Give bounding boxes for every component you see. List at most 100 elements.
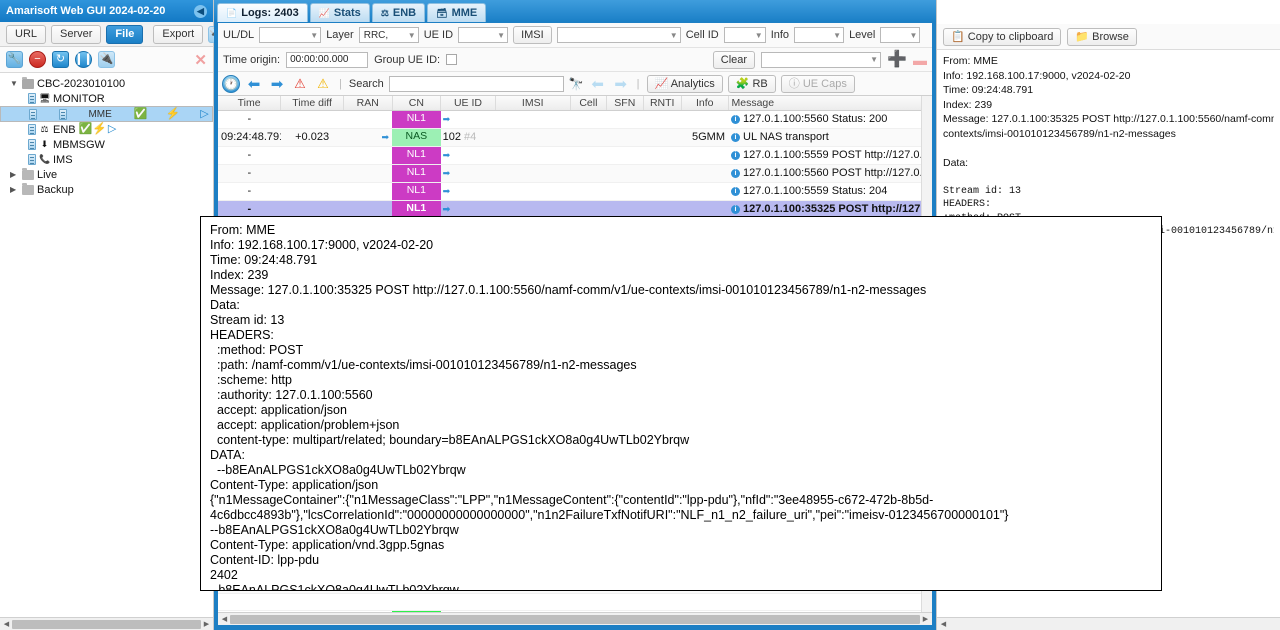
minus-icon[interactable]: ▬ bbox=[913, 53, 927, 67]
rb-button[interactable]: 🧩 RB bbox=[727, 74, 776, 93]
tree-item-mbmsgw[interactable]: ⬇ MBMSGW bbox=[0, 137, 213, 152]
scroll-right-arrow-icon[interactable]: ▶ bbox=[920, 615, 931, 623]
collapse-arrow-icon[interactable]: ▶ bbox=[10, 185, 19, 194]
layer-select[interactable]: RRC, ▼ bbox=[358, 27, 419, 43]
clock-icon[interactable]: 🕐 bbox=[222, 74, 240, 93]
col-cn[interactable]: CN bbox=[392, 96, 442, 111]
cell-message: i127.0.1.100:5560 POST http://127.0.1.10… bbox=[728, 164, 932, 183]
analytics-button[interactable]: 📈 Analytics bbox=[646, 74, 723, 93]
plug-icon-secondary[interactable]: 🔌 bbox=[98, 51, 115, 68]
tree-item-backup[interactable]: ▶ Backup bbox=[0, 182, 213, 197]
prev-result-icon[interactable]: ⬅ bbox=[589, 75, 607, 93]
plus-icon[interactable]: ➕ bbox=[887, 51, 907, 68]
col-message[interactable]: Message bbox=[728, 96, 932, 111]
chevron-down-icon: ▼ bbox=[497, 30, 506, 40]
imsi-select[interactable]: ▼ bbox=[556, 27, 681, 43]
col-imsi[interactable]: IMSI bbox=[495, 96, 571, 111]
tree-item-live[interactable]: ▶ Live bbox=[0, 167, 213, 182]
cell-empty bbox=[606, 593, 643, 611]
tab-stats[interactable]: 📈 Stats bbox=[309, 3, 370, 22]
cell-timediff bbox=[280, 146, 344, 165]
chevron-left-icon[interactable]: ◀ bbox=[194, 4, 207, 18]
tree-item-label: MME bbox=[88, 108, 112, 120]
collapse-arrow-icon[interactable]: ▶ bbox=[10, 170, 19, 179]
tree-item-mme[interactable]: MME ✅ ⚡ ▷ bbox=[0, 106, 213, 122]
level-select[interactable]: ▼ bbox=[880, 27, 921, 43]
cell-info bbox=[681, 164, 728, 183]
table-row[interactable]: 09:25:08.351+0.020➡RRC 4 #4 1 DCCH-NRiSecu… bbox=[218, 610, 932, 612]
scroll-right-arrow-icon[interactable]: ▶ bbox=[201, 620, 212, 628]
table-row[interactable]: - NL1 ➡ i 127.0.1.100:5559 POST http://127.0… bbox=[218, 146, 932, 165]
server-icon-2 bbox=[58, 108, 67, 120]
tree-item-enb[interactable]: ⚖ ENB ✅ ⚡ ▷ bbox=[0, 122, 213, 137]
scroll-thumb[interactable] bbox=[230, 614, 920, 624]
tree-item-ims[interactable]: 📞 IMS bbox=[0, 152, 213, 167]
ueid-select[interactable]: ▼ bbox=[458, 27, 509, 43]
col-ueid[interactable]: UE ID bbox=[440, 96, 496, 111]
tree-item-cbc[interactable]: ▼ CBC-2023010100 bbox=[0, 76, 213, 91]
refresh-icon[interactable]: ↻ bbox=[52, 51, 69, 68]
scroll-left-arrow-icon[interactable]: ◀ bbox=[1, 620, 12, 628]
export-button[interactable]: Export bbox=[153, 24, 204, 44]
col-timediff[interactable]: Time diff bbox=[280, 96, 344, 111]
monitor-icon: 🖥 bbox=[39, 93, 51, 103]
tab-logs[interactable]: 📄 Logs: 2403 bbox=[217, 3, 308, 22]
layer-value: RRC, bbox=[363, 29, 389, 41]
binoculars-icon[interactable]: 🔭 bbox=[569, 77, 584, 91]
arrow-left-icon[interactable]: ⬅ bbox=[245, 75, 263, 93]
copy-to-clipboard-button[interactable]: 📋 Copy to clipboard bbox=[943, 27, 1062, 46]
info-select[interactable]: ▼ bbox=[794, 27, 845, 43]
next-result-icon[interactable]: ➡ bbox=[612, 75, 630, 93]
tree-item-monitor[interactable]: 🖥 MONITOR bbox=[0, 91, 213, 106]
close-icon[interactable]: ✕ bbox=[194, 51, 207, 69]
scroll-thumb[interactable] bbox=[12, 619, 201, 629]
cell-timediff: +0.023 bbox=[280, 128, 344, 147]
col-ran[interactable]: RAN bbox=[343, 96, 393, 111]
cellid-label: Cell ID bbox=[685, 29, 719, 41]
scroll-left-arrow-icon[interactable]: ◀ bbox=[219, 615, 230, 623]
col-time[interactable]: Time bbox=[218, 96, 282, 111]
warning-triangle-icon[interactable]: ⚠ bbox=[314, 75, 332, 93]
log-horizontal-scrollbar[interactable]: ◀ ▶ bbox=[218, 612, 932, 625]
pause-icon[interactable]: ❙❙ bbox=[74, 51, 93, 68]
group-ueid-checkbox[interactable] bbox=[446, 54, 458, 65]
source-url-button[interactable]: URL bbox=[6, 24, 47, 44]
cell-rnti bbox=[643, 610, 682, 612]
error-triangle-icon[interactable]: ⚠ bbox=[291, 75, 309, 93]
col-rnti[interactable]: RNTI bbox=[643, 96, 682, 111]
table-row[interactable]: - NL1 ➡ i 127.0.1.100:5560 POST http://127.0… bbox=[218, 164, 932, 183]
table-row[interactable]: 09:24:48.791 +0.023 ➡ NAS 102 #4 5GMM i UL NAS… bbox=[218, 128, 932, 147]
source-server-button[interactable]: Server bbox=[51, 24, 102, 44]
source-file-button[interactable]: File bbox=[106, 24, 144, 44]
table-row[interactable]: - NL1 ➡ i 127.0.1.100:5559 Status: 204 bbox=[218, 182, 932, 201]
arrow-right-icon[interactable]: ➡ bbox=[268, 75, 286, 93]
sidebar-horizontal-scrollbar[interactable]: ◀ ▶ bbox=[0, 617, 213, 630]
wrench-icon[interactable]: 🔧 bbox=[6, 51, 23, 68]
server-icon bbox=[28, 93, 36, 104]
play-icon[interactable]: ▷ bbox=[107, 124, 118, 135]
imsi-button[interactable]: IMSI bbox=[513, 26, 552, 44]
cellid-select[interactable]: ▼ bbox=[723, 27, 766, 43]
cell-empty bbox=[280, 593, 344, 611]
scroll-left-arrow-icon[interactable]: ◀ bbox=[938, 620, 949, 628]
browse-button[interactable]: 📁 Browse bbox=[1067, 27, 1137, 46]
info-icon: i bbox=[731, 132, 740, 142]
col-info[interactable]: Info bbox=[681, 96, 729, 111]
search-input[interactable] bbox=[388, 75, 564, 92]
play-icon[interactable]: ▷ bbox=[199, 108, 210, 120]
clear-button[interactable]: Clear bbox=[712, 50, 756, 69]
tab-mme[interactable]: 🗃 MME bbox=[427, 3, 487, 22]
download-icon: ⬇ bbox=[40, 139, 49, 149]
uldl-select[interactable]: ▼ bbox=[259, 27, 322, 43]
tab-enb[interactable]: ⚖ ENB bbox=[371, 3, 426, 22]
col-cell[interactable]: Cell bbox=[570, 96, 608, 111]
col-sfn[interactable]: SFN bbox=[606, 96, 644, 111]
time-origin-input[interactable]: 00:00:00.000 bbox=[286, 51, 369, 68]
table-row[interactable]: - NL1 ➡ i 127.0.1.100:5560 Status: 200 bbox=[218, 110, 932, 129]
cell-ran: ➡ bbox=[343, 610, 393, 612]
cell-ueid: ➡ bbox=[440, 182, 496, 201]
stop-icon[interactable]: − bbox=[29, 51, 46, 68]
expand-arrow-icon[interactable]: ▼ bbox=[10, 79, 19, 88]
detail-horizontal-scrollbar[interactable]: ◀ bbox=[937, 617, 1280, 630]
preset-select[interactable]: ▼ bbox=[761, 51, 882, 68]
